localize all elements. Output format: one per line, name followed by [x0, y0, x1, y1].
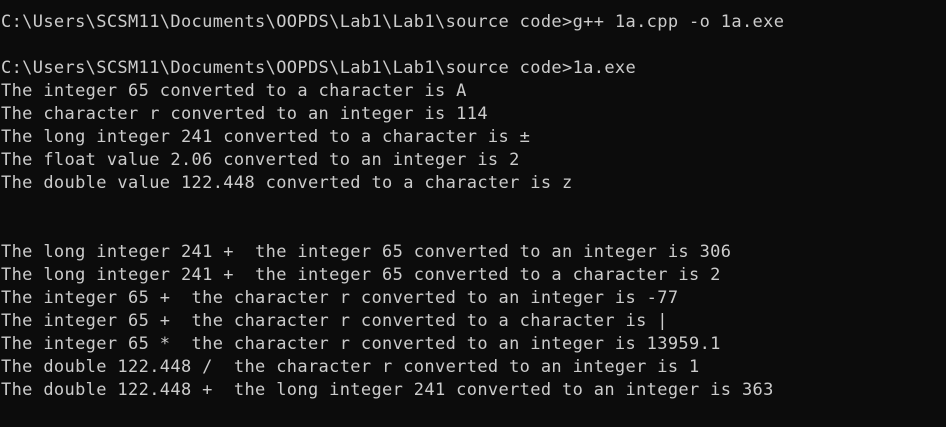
- output-line: The double 122.448 + the long integer 24…: [1, 380, 774, 400]
- output-line: The float value 2.06 converted to an int…: [1, 150, 520, 170]
- command-run-line: C:\Users\SCSM11\Documents\OOPDS\Lab1\Lab…: [1, 58, 637, 78]
- output-line: The long integer 241 + the integer 65 co…: [1, 242, 732, 262]
- output-line: The integer 65 + the character r convert…: [1, 288, 679, 308]
- output-line: The integer 65 + the character r convert…: [1, 311, 668, 331]
- terminal-window[interactable]: C:\Users\SCSM11\Documents\OOPDS\Lab1\Lab…: [0, 0, 946, 427]
- output-line: The character r converted to an integer …: [1, 104, 488, 124]
- output-line: The double 122.448 / the character r con…: [1, 357, 700, 377]
- output-line: The long integer 241 converted to a char…: [1, 127, 531, 147]
- output-line: The long integer 241 + the integer 65 co…: [1, 265, 721, 285]
- output-line: The integer 65 converted to a character …: [1, 81, 467, 101]
- output-line: The integer 65 * the character r convert…: [1, 334, 721, 354]
- command-compile-line: C:\Users\SCSM11\Documents\OOPDS\Lab1\Lab…: [1, 12, 785, 32]
- output-line: The double value 122.448 converted to a …: [1, 173, 573, 193]
